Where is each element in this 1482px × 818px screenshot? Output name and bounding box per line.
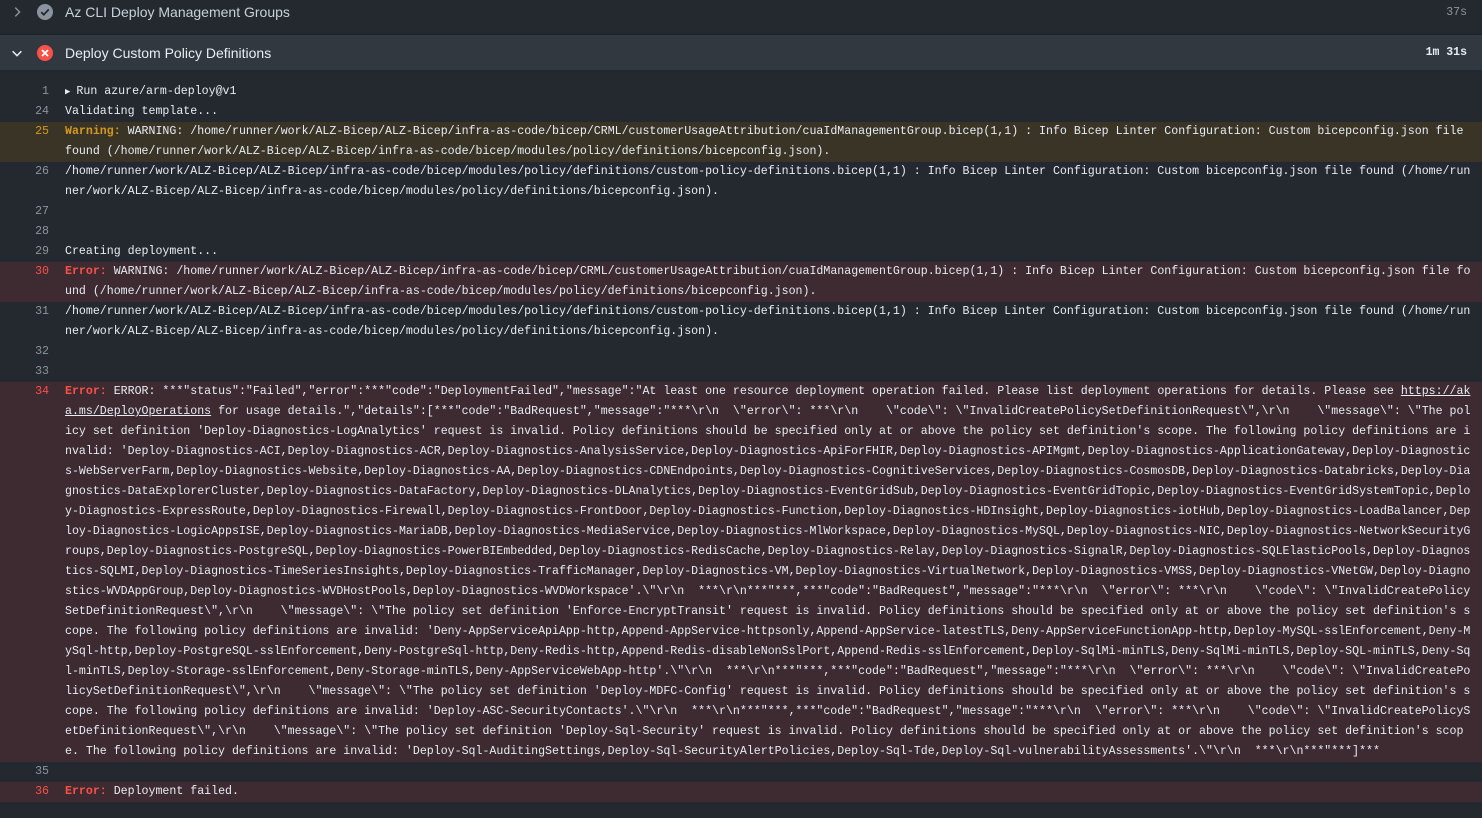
line-number[interactable]: 32 (0, 342, 49, 362)
log-text: Deployment failed. (106, 785, 239, 798)
log-line: 32 (0, 342, 1482, 362)
step-duration: 1m 31s (1425, 46, 1467, 59)
step-title: Deploy Custom Policy Definitions (65, 44, 272, 61)
log-text: /home/runner/work/ALZ-Bicep/ALZ-Bicep/in… (65, 165, 1471, 198)
line-number[interactable]: 27 (0, 202, 49, 222)
line-number[interactable]: 1 (0, 82, 49, 102)
step-title: Az CLI Deploy Management Groups (65, 4, 290, 20)
line-number[interactable]: 30 (0, 262, 49, 302)
log-text: WARNING: /home/runner/work/ALZ-Bicep/ALZ… (65, 125, 1471, 158)
line-number[interactable]: 34 (0, 382, 49, 762)
log-output: 1 ▶ Run azure/arm-deploy@v1 24 Validating… (0, 82, 1482, 802)
line-number[interactable]: 26 (0, 162, 49, 202)
log-line: 27 (0, 202, 1482, 222)
log-text: /home/runner/work/ALZ-Bicep/ALZ-Bicep/in… (65, 305, 1471, 338)
chevron-down-icon (12, 50, 22, 57)
log-line-error: 30 Error: WARNING: /home/runner/work/ALZ… (0, 262, 1482, 302)
log-group-toggle[interactable]: ▶ Run azure/arm-deploy@v1 (65, 82, 1482, 102)
log-text: Creating deployment... (65, 245, 219, 258)
log-line: 33 (0, 362, 1482, 382)
line-number[interactable]: 33 (0, 362, 49, 382)
log-line[interactable]: 1 ▶ Run azure/arm-deploy@v1 (0, 82, 1482, 102)
check-circle-icon (37, 4, 53, 20)
log-line-error: 34 Error: ERROR: ***"status":"Failed","e… (0, 382, 1482, 762)
log-text: ERROR: ***"status":"Failed","error":***"… (106, 385, 1401, 398)
log-text: WARNING: /home/runner/work/ALZ-Bicep/ALZ… (65, 265, 1471, 298)
log-text: Validating template... (65, 105, 219, 118)
log-line: 26 /home/runner/work/ALZ-Bicep/ALZ-Bicep… (0, 162, 1482, 202)
log-text: for usage details.","details":[***"code"… (65, 405, 1471, 758)
log-line: 35 (0, 762, 1482, 782)
triangle-right-icon: ▶ (65, 87, 71, 97)
log-line: 28 (0, 222, 1482, 242)
line-number[interactable]: 24 (0, 102, 49, 122)
error-circle-icon (37, 44, 53, 61)
log-line-error: 36 Error: Deployment failed. (0, 782, 1482, 802)
log-line-warning: 25 Warning: WARNING: /home/runner/work/A… (0, 122, 1482, 162)
line-number[interactable]: 25 (0, 122, 49, 162)
line-number[interactable]: 36 (0, 782, 49, 802)
line-number[interactable]: 28 (0, 222, 49, 242)
step-deploy-custom-policy-definitions[interactable]: Deploy Custom Policy Definitions 1m 31s (0, 34, 1482, 70)
log-line: 24 Validating template... (0, 102, 1482, 122)
log-group-label: Run azure/arm-deploy@v1 (76, 85, 237, 98)
step-az-cli-deploy-management-groups[interactable]: Az CLI Deploy Management Groups 37s (0, 0, 1482, 30)
line-number[interactable]: 29 (0, 242, 49, 262)
chevron-right-icon (14, 7, 21, 17)
line-number[interactable]: 31 (0, 302, 49, 342)
error-label: Error: (65, 785, 107, 798)
error-label: Error: (65, 385, 107, 398)
warning-label: Warning: (65, 125, 121, 138)
error-label: Error: (65, 265, 107, 278)
line-number[interactable]: 35 (0, 762, 49, 782)
log-line: 31 /home/runner/work/ALZ-Bicep/ALZ-Bicep… (0, 302, 1482, 342)
step-duration: 37s (1446, 5, 1467, 19)
log-line: 29 Creating deployment... (0, 242, 1482, 262)
